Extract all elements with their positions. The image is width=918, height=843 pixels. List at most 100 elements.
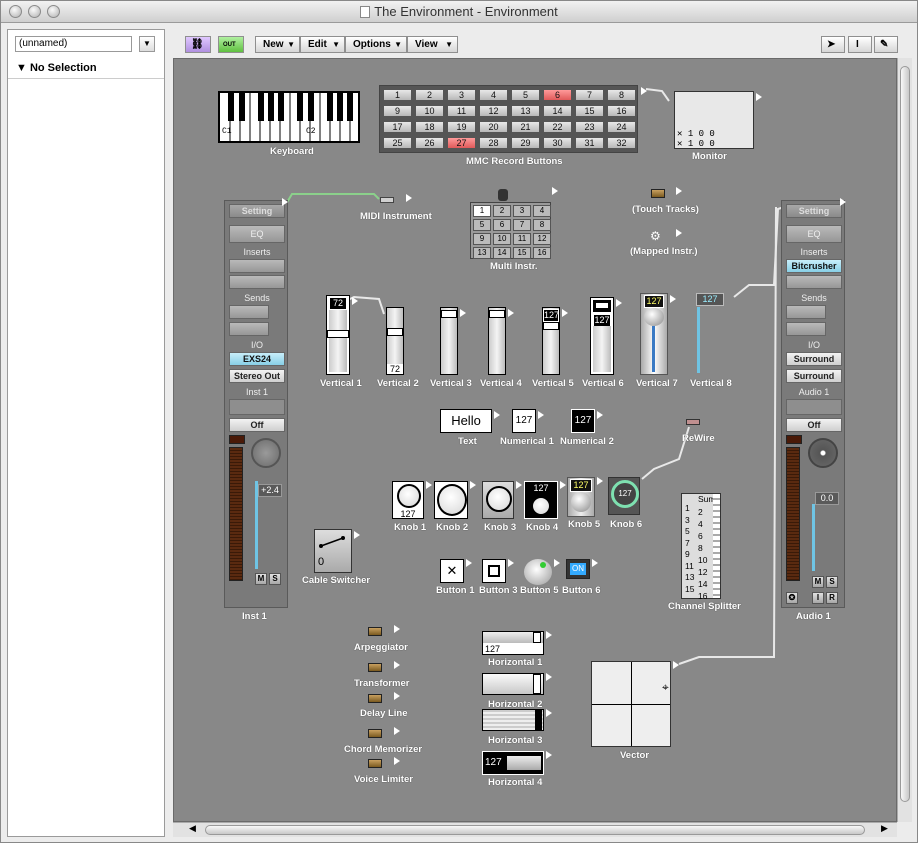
setting-button[interactable]: Setting [786, 204, 842, 218]
audio1-output-arrow[interactable] [840, 198, 846, 206]
mmc-button-4[interactable]: 4 [479, 89, 508, 101]
mmc-button-30[interactable]: 30 [543, 137, 572, 149]
mmc-button-12[interactable]: 12 [479, 105, 508, 117]
multi-instr-channel-3[interactable]: 3 [513, 205, 531, 217]
options-menu[interactable]: Options ▼ [345, 36, 407, 53]
knob4-object[interactable]: 127 [524, 481, 558, 519]
pan-knob[interactable] [251, 438, 281, 468]
mmc-button-22[interactable]: 22 [543, 121, 572, 133]
horizontal1-output-arrow[interactable] [546, 631, 552, 639]
midi-instrument-output-arrow[interactable] [406, 194, 412, 202]
edit-menu[interactable]: Edit ▼ [300, 36, 345, 53]
delay-line-output-arrow[interactable] [394, 692, 400, 700]
numerical1-output-arrow[interactable] [538, 411, 544, 419]
mapped-instr-output-arrow[interactable] [676, 229, 682, 237]
knob3-object[interactable] [482, 481, 514, 519]
knob6-object[interactable]: 127 [608, 477, 640, 515]
mute-button[interactable]: M [255, 573, 267, 585]
mmc-button-21[interactable]: 21 [511, 121, 540, 133]
button6-output-arrow[interactable] [592, 559, 598, 567]
touch-tracks-icon[interactable] [651, 189, 665, 198]
chord-memorizer-icon[interactable] [368, 729, 382, 738]
vertical4-output-arrow[interactable] [508, 309, 514, 317]
vertical2-fader[interactable]: 72 [386, 307, 404, 375]
link-button[interactable]: ⛓ [185, 36, 211, 53]
knob3-dial[interactable] [486, 486, 512, 512]
button5-object[interactable] [524, 559, 552, 585]
text-object[interactable]: Hello [440, 409, 492, 433]
button6-object[interactable]: ON [566, 559, 590, 579]
multi-instr-channel-15[interactable]: 15 [513, 247, 531, 259]
vertical7-fader[interactable]: 127 [640, 293, 668, 375]
layer-select-arrow-icon[interactable]: ▼ [139, 36, 155, 52]
multi-instr-channel-9[interactable]: 9 [473, 233, 491, 245]
mmc-button-9[interactable]: 9 [383, 105, 412, 117]
new-menu[interactable]: New ▼ [255, 36, 300, 53]
knob2-output-arrow[interactable] [470, 481, 476, 489]
view-menu[interactable]: View ▼ [407, 36, 458, 53]
volume-fader[interactable] [255, 481, 258, 569]
vertical-scroll-thumb[interactable] [900, 66, 910, 802]
fader-cap[interactable] [533, 674, 541, 694]
knob4-output-arrow[interactable] [560, 481, 566, 489]
button5-output-arrow[interactable] [554, 559, 560, 567]
knob5-dial[interactable] [571, 492, 591, 512]
multi-instr-channel-6[interactable]: 6 [493, 219, 511, 231]
mmc-button-24[interactable]: 24 [607, 121, 636, 133]
send-slot-2[interactable] [229, 322, 269, 336]
mmc-output-arrow[interactable] [641, 87, 647, 95]
mmc-button-29[interactable]: 29 [511, 137, 540, 149]
horizontal4-output-arrow[interactable] [546, 751, 552, 759]
vertical6-fader[interactable]: 127 [590, 297, 614, 375]
inst1-output-arrow[interactable] [282, 198, 288, 206]
vertical5-output-arrow[interactable] [562, 309, 568, 317]
mmc-button-23[interactable]: 23 [575, 121, 604, 133]
pencil-tool-button[interactable]: ✎ [874, 36, 898, 53]
vertical3-fader[interactable] [440, 307, 458, 375]
numerical1-object[interactable]: 127 [512, 409, 536, 433]
eq-button[interactable]: EQ [229, 225, 285, 243]
vertical5-fader[interactable]: 127 [542, 307, 560, 375]
multi-instr-channel-14[interactable]: 14 [493, 247, 511, 259]
setting-button[interactable]: Setting [229, 204, 285, 218]
horizontal2-fader[interactable] [482, 673, 544, 695]
mmc-button-11[interactable]: 11 [447, 105, 476, 117]
horizontal-scroll-thumb[interactable] [205, 825, 865, 835]
numerical2-object[interactable]: 127 [571, 409, 595, 433]
voice-limiter-icon[interactable] [368, 759, 382, 768]
multi-instr-channel-10[interactable]: 10 [493, 233, 511, 245]
environment-canvas[interactable]: C1 C2 Keyboard 1 2 3 4 5 6 7 8 9 10 11 12 13 14 15 16 17… [173, 58, 897, 822]
input-slot[interactable]: Surround [786, 352, 842, 366]
mmc-button-31[interactable]: 31 [575, 137, 604, 149]
knob5-output-arrow[interactable] [597, 477, 603, 485]
zoom-window-button[interactable] [47, 5, 60, 18]
crosshair-icon[interactable]: ⌖ [662, 680, 669, 695]
vector-output-arrow[interactable] [673, 661, 679, 669]
voice-limiter-output-arrow[interactable] [394, 757, 400, 765]
pointer-tool-button[interactable]: ➤ [821, 36, 845, 53]
multi-instr-channel-12[interactable]: 12 [533, 233, 551, 245]
vertical8-fader[interactable] [697, 307, 700, 373]
mmc-button-6[interactable]: 6 [543, 89, 572, 101]
transformer-output-arrow[interactable] [394, 661, 400, 669]
mmc-button-1[interactable]: 1 [383, 89, 412, 101]
multi-instr-channel-8[interactable]: 8 [533, 219, 551, 231]
arpeggiator-icon[interactable] [368, 627, 382, 636]
scroll-right-icon[interactable]: ▶ [881, 823, 888, 834]
insert-slot-1[interactable] [229, 259, 285, 273]
knob1-object[interactable]: 127 [392, 481, 424, 519]
fader-cap[interactable] [489, 310, 505, 318]
horizontal-scrollbar[interactable]: ◀ ▶ [173, 822, 897, 837]
numerical2-output-arrow[interactable] [597, 411, 603, 419]
button3-object[interactable] [482, 559, 506, 583]
button3-output-arrow[interactable] [508, 559, 514, 567]
close-window-button[interactable] [9, 5, 22, 18]
channel-strip-inst1[interactable]: Setting EQ Inserts Sends I/O EXS24 Stere… [224, 200, 288, 608]
volume-fader[interactable] [812, 504, 815, 571]
scroll-left-icon[interactable]: ◀ [189, 823, 196, 834]
transformer-icon[interactable] [368, 663, 382, 672]
insert-bitcrusher[interactable]: Bitcrusher [786, 259, 842, 273]
output-slot[interactable]: Stereo Out [229, 369, 285, 383]
midi-instrument-icon[interactable] [380, 197, 394, 203]
vertical-scrollbar[interactable] [897, 58, 912, 822]
